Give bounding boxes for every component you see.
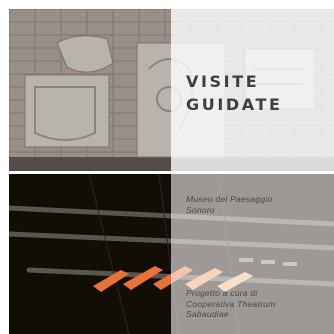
subtitle-line-2: Sonoro	[186, 204, 215, 215]
credit-line-3: Sabaudiae	[186, 309, 229, 319]
title-line-1: VISITE	[186, 72, 260, 91]
subtitle-line-1: Museo del Paesaggio	[186, 194, 273, 204]
credit-line-2: Cooperativa Theatrum	[186, 298, 276, 309]
project-credit: Progetto a cura di Cooperativa Theatrum …	[186, 288, 276, 320]
title-line-2: GUIDATE	[186, 95, 283, 114]
credit-line-1: Progetto a cura di	[186, 288, 258, 298]
museum-subtitle: Museo del Paesaggio Sonoro	[186, 194, 272, 215]
post-card[interactable]: VISITE GUIDATE Museo del Paesaggio Sonor…	[0, 0, 334, 334]
post-title: VISITE GUIDATE	[186, 70, 283, 116]
